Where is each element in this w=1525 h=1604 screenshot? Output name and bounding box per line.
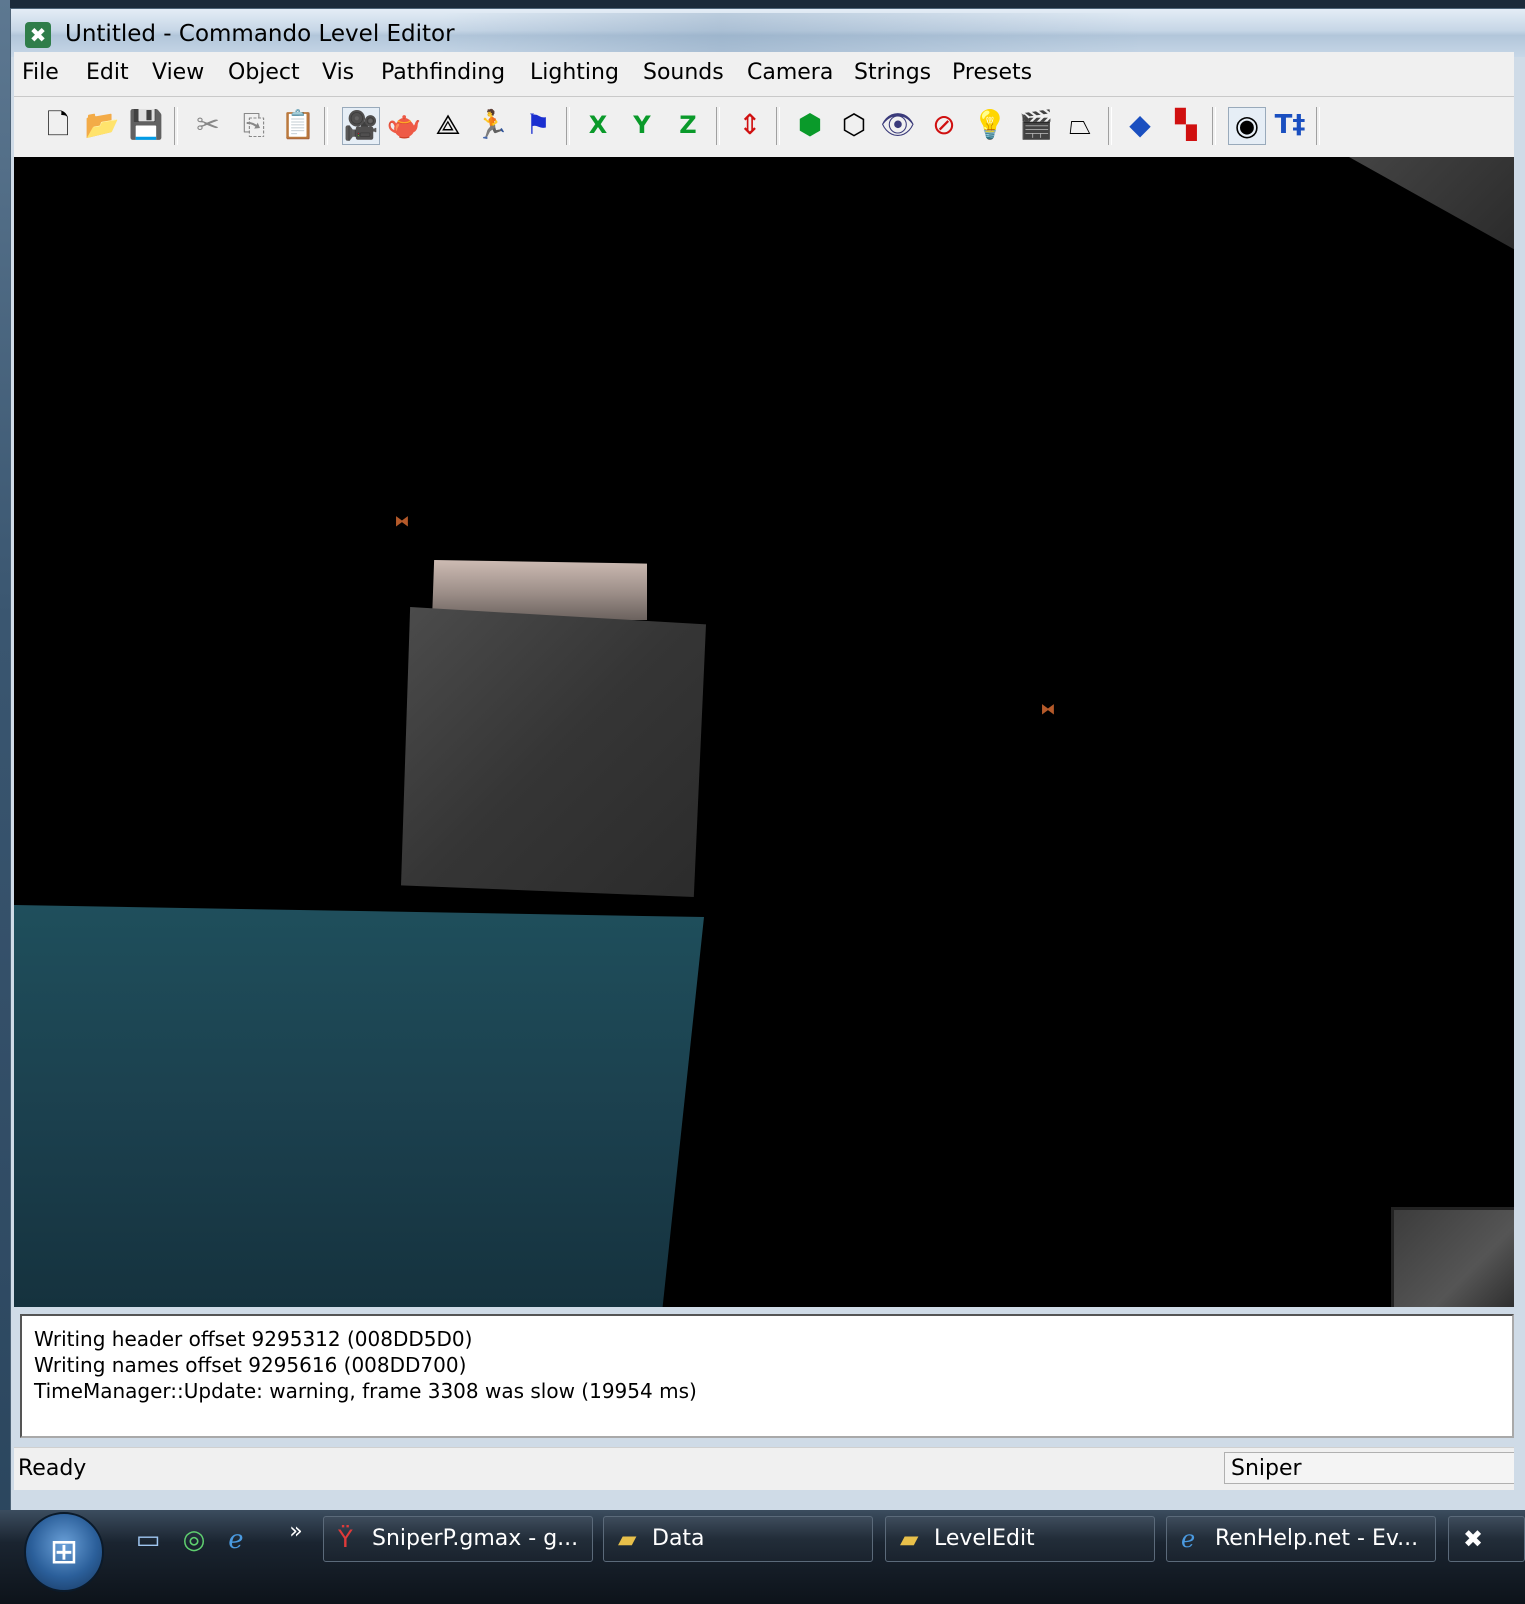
app-icon[interactable]: ✖	[25, 22, 51, 48]
transform-gizmo-icon[interactable]: ⟁	[430, 107, 466, 143]
title-bar-gloss	[441, 13, 1141, 53]
solid-cube-icon[interactable]: ⬢	[792, 107, 828, 143]
taskbar-item-leveledit[interactable]: ▰ LevelEdit	[885, 1516, 1155, 1562]
walkthrough-icon[interactable]: 🏃	[474, 107, 510, 143]
sound-marker-icon[interactable]: ⧓	[391, 513, 413, 529]
log-line: Writing header offset 9295312 (008DD5D0)	[34, 1327, 473, 1351]
toolbar-separator	[776, 107, 780, 145]
3d-viewport[interactable]: ⧓ ⧓	[14, 157, 1514, 1307]
output-log[interactable]: Writing header offset 9295312 (008DD5D0)…	[20, 1314, 1514, 1438]
toolbar-separator	[1316, 107, 1320, 145]
menu-camera[interactable]: Camera	[747, 60, 833, 85]
folder-icon: ▰	[618, 1525, 637, 1553]
object-mode-icon[interactable]: 🫖	[386, 107, 422, 143]
quicklaunch-overflow-icon[interactable]: »	[280, 1516, 312, 1548]
new-file-icon[interactable]: 🗋	[40, 107, 76, 143]
save-icon[interactable]: 💾	[128, 107, 164, 143]
taskbar-item-renhelp[interactable]: ℯ RenHelp.net - Ev...	[1166, 1516, 1436, 1562]
status-text: Ready	[18, 1456, 87, 1481]
media-icon[interactable]: ◎	[178, 1524, 210, 1556]
menu-bar: File Edit View Object Vis Pathfinding Li…	[14, 52, 1514, 97]
start-button[interactable]: ⊞	[24, 1512, 104, 1592]
menu-strings[interactable]: Strings	[854, 60, 931, 85]
taskbar-item-label: RenHelp.net - Ev...	[1215, 1526, 1419, 1551]
toolbar-separator	[324, 107, 328, 145]
toolbar-separator	[566, 107, 570, 145]
window-title: Untitled - Commando Level Editor	[65, 21, 455, 47]
open-folder-icon[interactable]: 📂	[84, 107, 120, 143]
copy-icon[interactable]: ⎘	[236, 107, 272, 143]
level-editor-icon: ✖	[1463, 1525, 1484, 1553]
axis-x-button[interactable]: X	[580, 107, 616, 143]
lamp-icon[interactable]: 💡	[972, 107, 1008, 143]
internet-explorer-icon[interactable]: ℯ	[220, 1524, 252, 1556]
cut-icon[interactable]: ✂	[190, 107, 226, 143]
drop-to-ground-icon[interactable]: ⇕	[732, 107, 768, 143]
desktop-background	[0, 0, 10, 1550]
taskbar: ⊞ ▭ ◎ ℯ » Ÿ SniperP.gmax - g... ▰ Data ▰…	[0, 1510, 1525, 1604]
menu-sounds[interactable]: Sounds	[643, 60, 724, 85]
toolbar-separator	[716, 107, 720, 145]
taskbar-item-data[interactable]: ▰ Data	[603, 1516, 873, 1562]
internet-explorer-icon: ℯ	[1181, 1525, 1196, 1553]
menu-object[interactable]: Object	[228, 60, 300, 85]
scene-wall	[1349, 157, 1514, 252]
show-desktop-icon[interactable]: ▭	[132, 1524, 164, 1556]
toolbar-separator	[1212, 107, 1216, 145]
folder-icon: ▰	[900, 1525, 919, 1553]
eye-icon[interactable]: 👁	[880, 107, 916, 143]
axis-z-button[interactable]: Z	[670, 107, 706, 143]
paste-icon[interactable]: 📋	[280, 107, 316, 143]
menu-edit[interactable]: Edit	[86, 60, 129, 85]
taskbar-item-level-editor[interactable]: ✖	[1448, 1516, 1525, 1562]
visibility-eye-icon[interactable]: ◉	[1228, 107, 1266, 145]
camera-path-icon[interactable]: 🎬	[1018, 107, 1054, 143]
toolbar: 🗋 📂 💾 ✂ ⎘ 📋 🎥 🫖 ⟁ 🏃 ⚑ X Y Z ⇕ ⬢ ⬡ 👁 ⊘ 💡 …	[14, 97, 1514, 157]
status-panel: Sniper	[1224, 1452, 1514, 1484]
taskbar-item-label: Data	[652, 1526, 705, 1551]
title-bar[interactable]: ✖ Untitled - Commando Level Editor	[11, 9, 1525, 57]
text-tool-icon[interactable]: T‡	[1272, 107, 1308, 143]
menu-file[interactable]: File	[22, 60, 59, 85]
log-line: TimeManager::Update: warning, frame 3308…	[34, 1379, 697, 1403]
toolbar-separator	[1108, 107, 1112, 145]
gmax-icon: Ÿ	[338, 1525, 353, 1553]
camera-mode-icon[interactable]: 🎥	[342, 107, 380, 145]
status-panel-text: Sniper	[1231, 1456, 1302, 1481]
taskbar-item-label: LevelEdit	[934, 1526, 1035, 1551]
taskbar-item-gmax[interactable]: Ÿ SniperP.gmax - g...	[323, 1516, 593, 1562]
log-line: Writing names offset 9295616 (008DD700)	[34, 1353, 467, 1377]
color-blocks-icon[interactable]: ▚	[1168, 107, 1204, 143]
scene-water	[14, 905, 704, 1307]
scene-concrete-block	[401, 607, 706, 897]
menu-presets[interactable]: Presets	[952, 60, 1032, 85]
status-bar: Ready Sniper	[14, 1447, 1514, 1490]
toolbar-separator	[174, 107, 178, 145]
wireframe-cube-icon[interactable]: ⬡	[836, 107, 872, 143]
flag-icon[interactable]: ⚑	[520, 107, 556, 143]
axis-y-button[interactable]: Y	[624, 107, 660, 143]
taskbar-item-label: SniperP.gmax - g...	[372, 1526, 579, 1551]
menu-vis[interactable]: Vis	[322, 60, 354, 85]
hide-eye-icon[interactable]: ⊘	[926, 107, 962, 143]
rgb-cube-icon[interactable]: ◆	[1122, 107, 1158, 143]
sound-marker-icon[interactable]: ⧓	[1037, 701, 1059, 717]
menu-pathfinding[interactable]: Pathfinding	[381, 60, 505, 85]
scene-crate	[1391, 1207, 1514, 1307]
menu-view[interactable]: View	[152, 60, 204, 85]
plane-icon[interactable]: ⏢	[1062, 107, 1098, 143]
menu-lighting[interactable]: Lighting	[530, 60, 619, 85]
